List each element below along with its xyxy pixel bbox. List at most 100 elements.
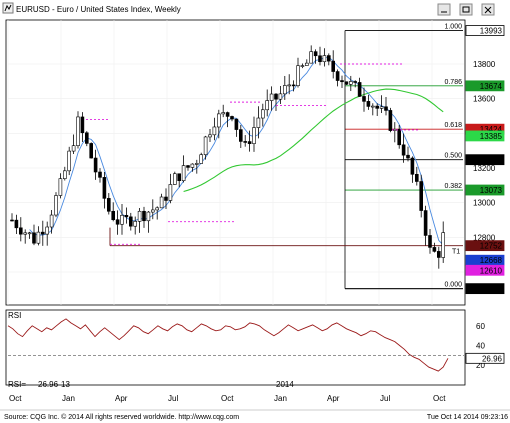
candle-down	[142, 210, 146, 222]
fib-level-label: 0.500	[444, 153, 462, 160]
time-axis: Oct Jan Apr Jul Oct Jan Apr Jul Oct	[9, 394, 446, 403]
candle-down	[186, 165, 190, 168]
candle-down	[98, 171, 102, 178]
candle-down	[291, 84, 296, 87]
candle-up	[269, 93, 274, 101]
candle-down	[32, 232, 36, 244]
candle-down	[115, 219, 120, 225]
candle-up	[278, 93, 283, 100]
time-tick-label: Oct	[433, 394, 446, 403]
price-flag-label: 13993	[480, 27, 503, 36]
rsi-tick-label: 40	[476, 342, 485, 351]
candle-down	[129, 216, 133, 227]
price-tick-label: 13800	[473, 60, 496, 69]
candle-up	[120, 214, 124, 225]
candle-down	[366, 101, 371, 107]
price-flag: 12668	[465, 254, 505, 266]
price-axis: 1380013600134001320013000128001260013993…	[465, 25, 505, 295]
price-flag-label: 12752	[480, 242, 503, 251]
time-tick-label: Apr	[115, 394, 128, 403]
price-flag: 13248	[465, 154, 505, 166]
candle-down	[247, 141, 252, 144]
candle-up	[159, 196, 164, 209]
candle-up	[173, 173, 177, 185]
candle-down	[274, 93, 278, 100]
candle-down	[89, 143, 93, 159]
time-tick-label: Apr	[327, 394, 340, 403]
price-flag: 12610	[465, 264, 505, 276]
candle-down	[107, 198, 111, 212]
candle-up	[168, 184, 173, 201]
candle-down	[388, 110, 393, 131]
price-flag: 12752	[465, 240, 505, 252]
restore-button[interactable]	[459, 3, 473, 16]
rsi-title: RSI	[8, 311, 21, 320]
price-tick-label: 13000	[473, 199, 496, 208]
window-title: EURUSD - Euro / United States Index, Wee…	[16, 5, 181, 14]
candle-down	[18, 227, 23, 235]
price-tick-label: 13600	[473, 95, 496, 104]
price-flag-label: 12668	[480, 256, 503, 265]
footer-source: Source: CQG Inc. © 2014 All rights reser…	[4, 413, 239, 421]
rsi-readout-label: RSI=	[8, 380, 26, 389]
candle-down	[410, 157, 415, 175]
candle-up	[146, 211, 151, 222]
rsi-readout: RSI= 26.96 13	[8, 380, 70, 389]
support-label: T1	[452, 249, 460, 256]
fib-level-label: 1.000	[444, 24, 462, 31]
price-flag: 13385	[465, 130, 505, 142]
candle-down	[14, 219, 19, 229]
rsi-plot-area[interactable]	[5, 309, 466, 386]
candle-up	[62, 170, 67, 179]
candle-down	[318, 55, 322, 63]
candle-up	[208, 134, 212, 138]
candle-down	[164, 196, 168, 201]
candle-down	[428, 235, 432, 248]
candle-down	[225, 112, 230, 117]
candle-up	[287, 84, 292, 87]
candle-down	[414, 173, 419, 182]
candle-down	[331, 60, 336, 72]
candle-down	[357, 82, 362, 97]
candle-down	[362, 96, 366, 102]
candle-up	[181, 165, 186, 181]
price-tick-label: 13200	[473, 164, 496, 173]
candle-down	[93, 157, 98, 173]
candle-down	[102, 177, 107, 199]
candle-up	[133, 221, 137, 227]
close-button[interactable]	[481, 3, 495, 16]
candle-up	[252, 127, 256, 144]
minimize-button[interactable]	[437, 3, 451, 16]
candle-up	[137, 210, 142, 222]
price-flag-label: 13073	[480, 186, 503, 195]
fib-level-label: 0.382	[444, 183, 462, 190]
candle-down	[432, 247, 437, 252]
candle-up	[195, 163, 199, 165]
candle-up	[260, 109, 265, 119]
candle-down	[313, 51, 318, 57]
candle-down	[85, 132, 89, 144]
candle-up	[212, 126, 217, 136]
candle-down	[353, 81, 358, 83]
candle-up	[309, 51, 314, 64]
rsi-tick-label: 60	[476, 322, 485, 331]
candle-up	[151, 209, 155, 213]
candle-up	[199, 154, 203, 164]
candle-down	[124, 214, 129, 218]
price-flag: 13674	[465, 80, 505, 92]
candle-up	[300, 65, 305, 67]
rsi-readout-value: 26.96	[38, 380, 59, 389]
candle-up	[27, 232, 32, 235]
candle-down	[375, 105, 380, 109]
candle-up	[370, 105, 375, 108]
candle-up	[36, 231, 41, 244]
candle-up	[71, 145, 76, 152]
price-flag-label: 12610	[480, 266, 503, 275]
price-flag: 13993	[465, 25, 505, 36]
candle-up	[155, 207, 159, 211]
candle-up	[348, 81, 353, 85]
fib-level-label: 0.618	[444, 122, 462, 129]
candle-down	[10, 219, 14, 222]
candle-up	[322, 55, 327, 63]
price-flag-label: 13674	[480, 82, 503, 91]
